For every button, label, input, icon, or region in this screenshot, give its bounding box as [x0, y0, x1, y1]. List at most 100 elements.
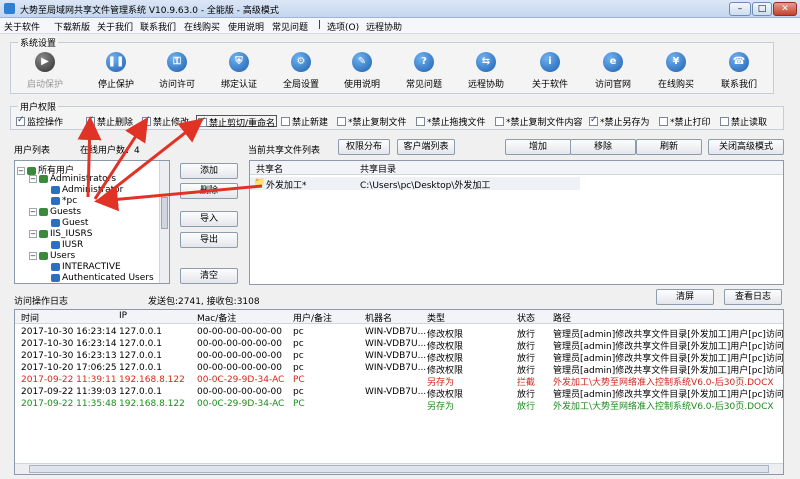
tool-button[interactable]: ❚❚ 停止保护 — [81, 52, 151, 90]
menu-contact[interactable]: 联系我们 — [140, 20, 176, 33]
tree-collapse-icon[interactable]: − — [17, 166, 25, 175]
add-share-button[interactable]: 增加 — [505, 139, 571, 155]
tree-node[interactable]: Guest — [51, 218, 88, 228]
share-col-path[interactable]: 共享目录 — [360, 162, 396, 175]
log-row[interactable]: 2017-10-30 16:23:13 127.0.0.1 00-00-00-00-… — [15, 351, 783, 364]
add-user-button[interactable]: 添加 — [180, 163, 238, 179]
permission-checkbox[interactable] — [86, 115, 95, 126]
tree-collapse-icon[interactable]: − — [29, 207, 37, 216]
log-row[interactable]: 2017-10-30 16:23:14 127.0.0.1 00-00-00-00-… — [15, 339, 783, 352]
log-col-mac[interactable]: Mac/备注 — [197, 311, 236, 324]
tree-collapse-icon[interactable]: − — [29, 229, 37, 238]
client-list-button[interactable]: 客户端列表 — [397, 139, 455, 155]
menu-remote-assist[interactable]: 远程协助 — [366, 20, 402, 33]
tree-node[interactable]: − Guests — [29, 207, 81, 217]
log-col-path[interactable]: 路径 — [553, 311, 571, 324]
tree-node[interactable]: − Administrators — [29, 174, 116, 184]
menu-download[interactable]: 下载新版 — [54, 20, 90, 33]
permission-option[interactable]: 监控操作 — [16, 115, 63, 128]
view-log-button[interactable]: 查看日志 — [724, 289, 782, 305]
clear-screen-button[interactable]: 清屏 — [656, 289, 714, 305]
permission-option[interactable]: *禁止打印 — [659, 115, 711, 128]
permission-option[interactable]: *禁止另存为 — [589, 115, 650, 128]
menu-about-software[interactable]: 关于软件 — [4, 20, 40, 33]
tool-button[interactable]: ✎ 使用说明 — [327, 52, 397, 90]
tree-node[interactable]: INTERACTIVE — [51, 262, 121, 272]
share-col-name[interactable]: 共享名 — [256, 162, 283, 175]
permission-option[interactable]: 禁止修改 — [142, 115, 189, 128]
tool-button[interactable]: ⚙ 全局设置 — [266, 52, 336, 90]
tool-button[interactable]: ☎ 联系我们 — [704, 52, 774, 90]
close-advanced-mode-button[interactable]: 关闭高级模式 — [708, 139, 784, 155]
menu-about-us[interactable]: 关于我们 — [97, 20, 133, 33]
tool-button[interactable]: e 访问官网 — [578, 52, 648, 90]
permission-checkbox[interactable] — [659, 117, 668, 126]
clear-users-button[interactable]: 清空 — [180, 268, 238, 284]
export-button[interactable]: 导出 — [180, 232, 238, 248]
tree-node[interactable]: Authenticated Users — [51, 273, 154, 283]
tool-button[interactable]: ⛨ 绑定认证 — [204, 52, 274, 90]
permission-option[interactable]: *禁止拖拽文件 — [416, 115, 486, 128]
permission-checkbox[interactable] — [281, 117, 290, 126]
remove-share-button[interactable]: 移除 — [570, 139, 636, 155]
tool-button[interactable]: ⚿ 访问许可 — [142, 52, 212, 90]
log-col-ip[interactable]: IP — [119, 311, 127, 321]
permission-option[interactable]: *禁止复制文件 — [337, 115, 407, 128]
tool-button[interactable]: ▶ 启动保护 — [10, 52, 80, 90]
log-horizontal-scrollbar[interactable] — [15, 463, 783, 474]
log-col-type[interactable]: 类型 — [427, 311, 445, 324]
delete-user-button[interactable]: 删除 — [180, 183, 238, 199]
tree-scrollbar[interactable] — [159, 161, 169, 283]
tree-collapse-icon[interactable]: − — [29, 251, 37, 260]
log-row[interactable]: 2017-10-30 16:23:14 127.0.0.1 00-00-00-00-… — [15, 327, 783, 340]
access-log-table[interactable]: 时间 IP Mac/备注 用户/备注 机器名 类型 状态 路径 2017-10-… — [14, 309, 784, 475]
permission-checkbox[interactable] — [495, 117, 504, 126]
tree-collapse-icon[interactable]: − — [29, 174, 37, 183]
tree-node[interactable]: − IIS_IUSRS — [29, 229, 92, 239]
share-row[interactable]: 📁 外发加工* C:\Users\pc\Desktop\外发加工 — [250, 177, 580, 191]
menu-faq[interactable]: 常见问题 — [272, 20, 308, 33]
import-button[interactable]: 导入 — [180, 211, 238, 227]
log-row[interactable]: 2017-09-22 11:35:48 192.168.8.122 00-0C-29… — [15, 399, 783, 412]
tool-button[interactable]: ⇆ 远程协助 — [451, 52, 521, 90]
menu-options[interactable]: 选项(O) — [327, 20, 359, 33]
refresh-button[interactable]: 刷新 — [636, 139, 702, 155]
log-col-user[interactable]: 用户/备注 — [293, 311, 332, 324]
permission-checkbox[interactable] — [142, 115, 151, 126]
permission-checkbox[interactable] — [416, 117, 425, 126]
log-col-machine[interactable]: 机器名 — [365, 311, 392, 324]
menu-buy-online[interactable]: 在线购买 — [184, 20, 220, 33]
permission-checkbox[interactable] — [589, 115, 598, 126]
log-row[interactable]: 2017-09-22 11:39:03 127.0.0.1 00-00-00-00-… — [15, 387, 783, 400]
log-col-status[interactable]: 状态 — [517, 311, 535, 324]
menu-help[interactable]: 使用说明 — [228, 20, 264, 33]
tree-node[interactable]: IUSR — [51, 240, 83, 250]
log-row[interactable]: 2017-09-22 11:39:11 192.168.8.122 00-0C-29… — [15, 375, 783, 388]
log-scroll-thumb[interactable] — [29, 465, 769, 473]
permission-option[interactable]: 禁止删除 — [86, 115, 133, 128]
permission-option[interactable]: 禁止新建 — [281, 115, 328, 128]
tool-button[interactable]: i 关于软件 — [515, 52, 585, 90]
tool-button[interactable]: ? 常见问题 — [389, 52, 459, 90]
tree-node[interactable]: *pc — [51, 196, 77, 206]
permission-checkbox[interactable] — [720, 117, 729, 126]
maximize-button[interactable]: □ — [752, 2, 772, 16]
user-tree[interactable]: − 所有用户 − Administrators Administrator *pc − Gue… — [14, 160, 170, 284]
tree-scroll-thumb[interactable] — [161, 197, 168, 229]
share-list-table[interactable]: 共享名 共享目录 📁 外发加工* C:\Users\pc\Desktop\外发加… — [249, 160, 784, 285]
close-button[interactable]: ✕ — [773, 2, 797, 16]
permission-checkbox[interactable] — [337, 117, 346, 126]
permission-option[interactable]: 禁止剪切/重命名 — [196, 115, 278, 129]
tree-node[interactable]: Administrator — [51, 185, 123, 195]
log-col-time[interactable]: 时间 — [21, 311, 39, 324]
permission-distribution-button[interactable]: 权限分布 — [338, 139, 390, 155]
permission-checkbox[interactable] — [198, 116, 207, 127]
app-icon — [4, 3, 15, 14]
permission-option[interactable]: *禁止复制文件内容 — [495, 115, 583, 128]
tree-node[interactable]: − Users — [29, 251, 75, 261]
permission-checkbox[interactable] — [16, 115, 25, 126]
tool-button[interactable]: ¥ 在线购买 — [641, 52, 711, 90]
minimize-button[interactable]: – — [729, 2, 751, 16]
permission-option[interactable]: 禁止读取 — [720, 115, 767, 128]
log-row[interactable]: 2017-10-20 17:06:25 127.0.0.1 00-00-00-00-… — [15, 363, 783, 376]
